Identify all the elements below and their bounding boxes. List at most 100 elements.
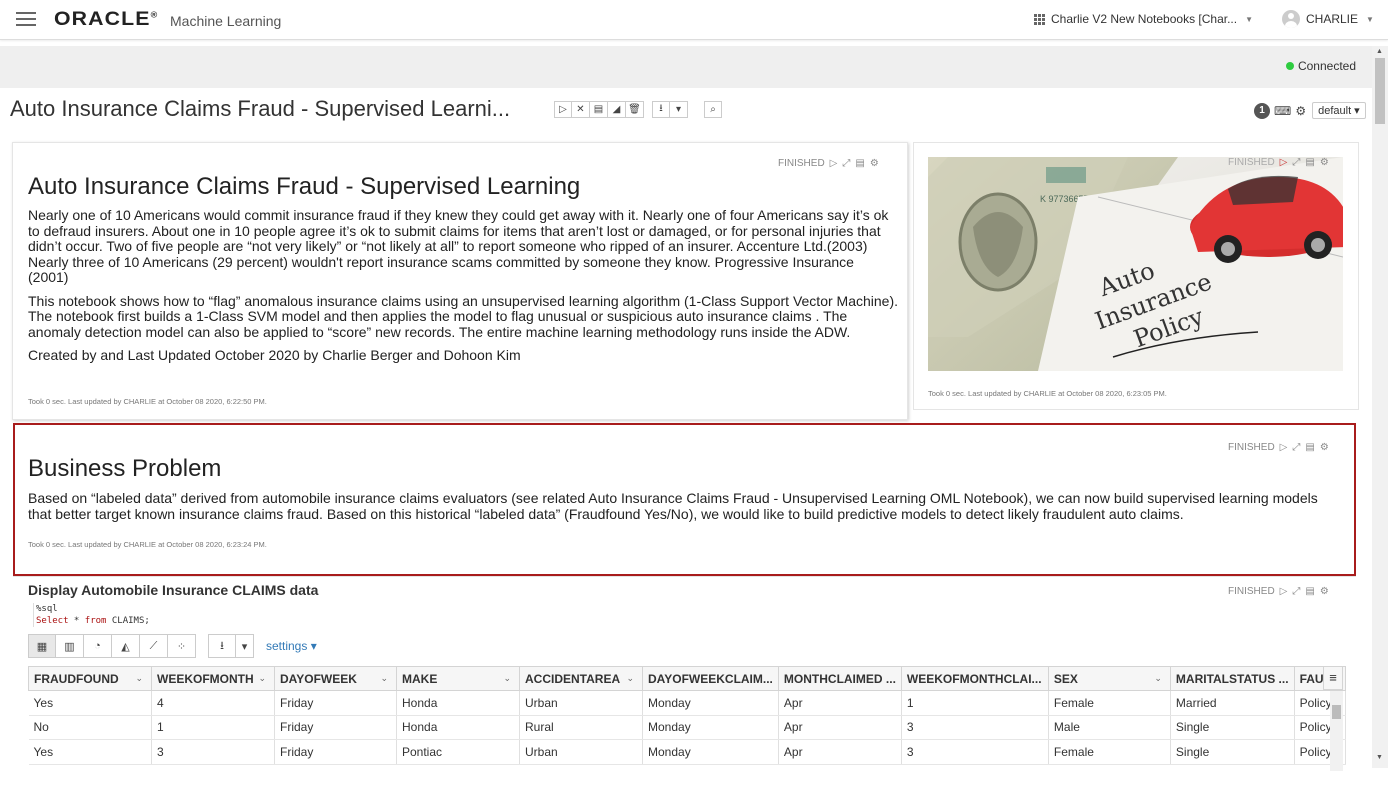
page-scroll-thumb[interactable] [1375,58,1385,124]
book-icon[interactable]: ▤ [1305,442,1314,453]
connection-label: Connected [1297,59,1356,73]
settings-toggle[interactable]: settings ▾ [266,639,317,653]
table-cell: Apr [778,739,902,765]
table-cell: Male [1048,715,1171,740]
gear-icon[interactable]: ⚙ [1295,104,1306,118]
paragraph-status: FINISHED ▷ ⤢ ▤ ⚙ [1228,586,1329,597]
run-icon[interactable]: ▷ [830,158,838,169]
run-icon[interactable]: ▷ [1280,157,1288,168]
user-menu[interactable]: CHARLIE ▼ [1282,10,1374,28]
page-scrollbar[interactable]: ▲ ▼ [1372,46,1388,768]
chevron-down-icon[interactable]: ⌄ [626,673,634,684]
run-all-icon[interactable]: ▷ [554,101,572,118]
book-icon[interactable]: ▤ [1305,157,1314,168]
run-icon[interactable]: ▷ [1280,442,1288,453]
paragraph-image: K 97736655 H Auto Insurance Policy FINIS… [913,142,1359,410]
grid-menu-icon[interactable]: ≡ [1323,666,1343,690]
run-icon[interactable]: ▷ [1280,586,1288,597]
scatter-chart-icon[interactable]: ⁘ [168,634,196,658]
column-header[interactable]: DAYOFWEEK ⌄ [274,666,397,691]
column-header[interactable]: FRAUDFOUND ⌄ [28,666,152,691]
table-cell: Single [1170,715,1295,740]
clear-output-icon[interactable]: ◢ [608,101,626,118]
interpreter-select[interactable]: default ▾ [1312,102,1366,119]
code-line: Select * from CLAIMS; [36,616,150,626]
table-scroll-thumb[interactable] [1332,705,1341,719]
column-header[interactable]: SEX ⌄ [1047,666,1171,691]
connected-dot-icon [1285,62,1294,70]
paragraph-title[interactable]: Display Automobile Insurance CLAIMS data [28,582,318,598]
table-cell: 1 [901,690,1049,716]
table-cell: 3 [151,739,275,765]
line-chart-icon[interactable]: ⟋ [140,634,168,658]
notebook-right-tools: 1 ⌨ ⚙ default ▾ [1254,102,1366,119]
scroll-up-icon[interactable]: ▲ [1376,48,1383,55]
gear-icon[interactable]: ⚙ [1320,586,1329,597]
table-view-icon[interactable]: ▦ [28,634,56,658]
table-cell: Friday [274,739,397,765]
book-icon[interactable]: ▤ [855,158,864,169]
paragraph-footer: Took 0 sec. Last updated by CHARLIE at O… [28,540,267,549]
table-cell: Urban [519,739,643,765]
column-header[interactable]: MAKE ⌄ [396,666,520,691]
gear-icon[interactable]: ⚙ [870,158,879,169]
hide-output-icon[interactable]: ▤ [590,101,608,118]
user-count-badge: 1 [1254,102,1270,119]
table-cell: Pontiac [396,739,520,765]
expand-icon[interactable]: ⤢ [1292,586,1300,597]
search-icon[interactable]: ⌕ [704,101,722,118]
chevron-down-icon[interactable]: ⌄ [1154,673,1162,684]
table-cell: 4 [151,690,275,716]
column-header[interactable]: MARITALSTATUS ... [1169,666,1295,691]
user-name: CHARLIE [1306,12,1359,26]
chevron-down-icon[interactable]: ⌄ [135,673,143,684]
column-header[interactable]: WEEKOFMONTH ⌄ [151,666,275,691]
table-cell: Monday [642,690,779,716]
paragraph-body: Based on “labeled data” derived from aut… [28,490,1338,522]
table-cell: Married [1170,690,1295,716]
code-editor[interactable]: %sql Select * from CLAIMS; [33,603,150,627]
chevron-down-icon[interactable]: ⌄ [503,673,511,684]
chevron-down-icon: ▼ [1245,14,1254,24]
bar-chart-icon[interactable]: ▥ [56,634,84,658]
book-icon[interactable]: ▤ [1305,586,1314,597]
table-cell: Monday [642,739,779,765]
column-header[interactable]: ACCIDENTAREA ⌄ [519,666,643,691]
oracle-logo: ORACLE® [54,9,159,30]
chevron-down-icon[interactable]: ▾ [236,634,254,658]
chevron-down-icon: ▼ [1366,14,1374,24]
paragraph-status: FINISHED ▷ ⤢ ▤ ⚙ [1228,157,1329,168]
status-label: FINISHED [778,158,825,169]
column-header[interactable]: MONTHCLAIMED ... [777,666,902,691]
keyboard-icon[interactable]: ⌨ [1274,104,1291,118]
pie-chart-icon[interactable]: ◔ [84,634,112,658]
connection-status: Connected [1285,59,1356,73]
hamburger-menu-icon[interactable] [16,12,36,27]
chevron-down-icon[interactable]: ⌄ [258,673,266,684]
download-icon[interactable]: ⭳ [208,634,236,658]
chevron-down-icon[interactable]: ⌄ [380,673,388,684]
table-cell: 3 [901,739,1049,765]
chevron-down-icon[interactable]: ▾ [670,101,688,118]
table-cell: Friday [274,690,397,716]
paragraph-footer: Took 0 sec. Last updated by CHARLIE at O… [28,397,267,406]
expand-icon[interactable]: ⤢ [842,158,850,169]
avatar [1282,10,1300,28]
workspace-selector[interactable]: Charlie V2 New Notebooks [Char... ▼ [1034,12,1253,26]
table-scrollbar[interactable] [1330,691,1343,771]
paragraph-text: Created by and Last Updated October 2020… [28,347,521,363]
notebook-title[interactable]: Auto Insurance Claims Fraud - Supervised… [10,96,510,122]
trash-icon[interactable]: 🗑 [626,101,644,118]
column-header[interactable]: WEEKOFMONTHCLAI... [900,666,1049,691]
scroll-down-icon[interactable]: ▼ [1376,754,1383,761]
gear-icon[interactable]: ⚙ [1320,157,1329,168]
area-chart-icon[interactable]: ◭ [112,634,140,658]
expand-icon[interactable]: ⤢ [1292,442,1300,453]
hide-code-icon[interactable]: ✕ [572,101,590,118]
download-icon[interactable]: ⭳ [652,101,670,118]
gear-icon[interactable]: ⚙ [1320,442,1329,453]
column-header[interactable]: DAYOFWEEKCLAIM... [642,666,779,691]
expand-icon[interactable]: ⤢ [1292,157,1300,168]
paragraph-heading: Business Problem [28,455,222,482]
paragraph-heading: Auto Insurance Claims Fraud - Supervised… [28,173,581,200]
